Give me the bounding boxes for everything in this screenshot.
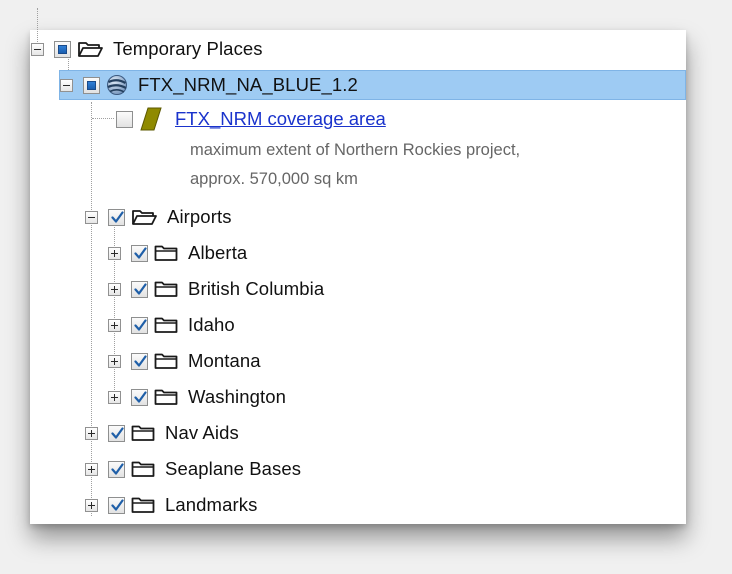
visibility-checkbox[interactable] xyxy=(54,40,71,58)
open-folder-icon xyxy=(77,40,103,58)
node-label: Alberta xyxy=(188,242,248,263)
folder-icon xyxy=(154,316,178,334)
visibility-checkbox[interactable] xyxy=(131,316,148,334)
folder-icon xyxy=(131,424,155,442)
node-label: Nav Aids xyxy=(165,422,239,443)
node-label: Airports xyxy=(167,206,232,227)
expand-toggle[interactable] xyxy=(108,246,121,260)
open-folder-icon xyxy=(131,208,157,226)
tree-node-british-columbia[interactable]: British Columbia xyxy=(108,274,324,304)
polygon-icon xyxy=(139,106,163,132)
collapse-toggle[interactable] xyxy=(60,78,73,92)
node-label: Montana xyxy=(188,350,261,371)
visibility-checkbox[interactable] xyxy=(131,280,148,298)
tree-node-ftx-nrm-layer[interactable]: FTX_NRM_NA_BLUE_1.2 xyxy=(59,70,686,100)
tree-node-landmarks[interactable]: Landmarks xyxy=(85,490,257,520)
tree-node-idaho[interactable]: Idaho xyxy=(108,310,235,340)
folder-icon xyxy=(154,244,178,262)
node-label: FTX_NRM_NA_BLUE_1.2 xyxy=(138,74,358,95)
expand-toggle[interactable] xyxy=(85,498,98,512)
expand-toggle[interactable] xyxy=(108,354,121,368)
visibility-checkbox[interactable] xyxy=(131,388,148,406)
places-panel: Temporary Places FTX_NRM_NA_BLUE_1.2 FTX… xyxy=(30,8,686,524)
tree-node-washington[interactable]: Washington xyxy=(108,382,286,412)
visibility-checkbox[interactable] xyxy=(83,76,100,94)
visibility-checkbox[interactable] xyxy=(108,496,125,514)
tree-node-coverage-area[interactable]: FTX_NRM coverage area xyxy=(116,104,386,134)
coverage-description-line-2: approx. 570,000 sq km xyxy=(190,170,358,188)
expand-toggle[interactable] xyxy=(85,426,98,440)
coverage-description-line-1: maximum extent of Northern Rockies proje… xyxy=(190,141,521,159)
tree-node-seaplane-bases[interactable]: Seaplane Bases xyxy=(85,454,301,484)
folder-icon xyxy=(154,388,178,406)
collapse-toggle[interactable] xyxy=(31,42,44,56)
tree-node-nav-aids[interactable]: Nav Aids xyxy=(85,418,239,448)
visibility-checkbox[interactable] xyxy=(116,110,133,128)
node-label: Seaplane Bases xyxy=(165,458,302,479)
places-tree: Temporary Places FTX_NRM_NA_BLUE_1.2 FTX… xyxy=(30,8,686,524)
visibility-checkbox[interactable] xyxy=(131,352,148,370)
expand-toggle[interactable] xyxy=(108,318,121,332)
node-label: Temporary Places xyxy=(113,38,263,59)
globe-icon xyxy=(106,74,128,96)
folder-icon xyxy=(154,280,178,298)
folder-icon xyxy=(154,352,178,370)
visibility-checkbox[interactable] xyxy=(108,424,125,442)
expand-toggle[interactable] xyxy=(85,462,98,476)
node-label: Landmarks xyxy=(165,494,258,515)
expand-toggle[interactable] xyxy=(108,390,121,404)
tree-node-montana[interactable]: Montana xyxy=(108,346,261,376)
node-label: Idaho xyxy=(188,314,235,335)
tree-node-airports[interactable]: Airports xyxy=(85,202,232,232)
visibility-checkbox[interactable] xyxy=(108,460,125,478)
node-label: Washington xyxy=(188,386,287,407)
node-label: British Columbia xyxy=(188,278,325,299)
expand-toggle[interactable] xyxy=(108,282,121,296)
folder-icon xyxy=(131,496,155,514)
visibility-checkbox[interactable] xyxy=(108,208,125,226)
coverage-area-link[interactable]: FTX_NRM coverage area xyxy=(175,108,386,130)
visibility-checkbox[interactable] xyxy=(131,244,148,262)
tree-node-temporary-places[interactable]: Temporary Places xyxy=(31,34,263,64)
collapse-toggle[interactable] xyxy=(85,210,98,224)
tree-node-alberta[interactable]: Alberta xyxy=(108,238,247,268)
tree-connector xyxy=(92,118,114,119)
folder-icon xyxy=(131,460,155,478)
